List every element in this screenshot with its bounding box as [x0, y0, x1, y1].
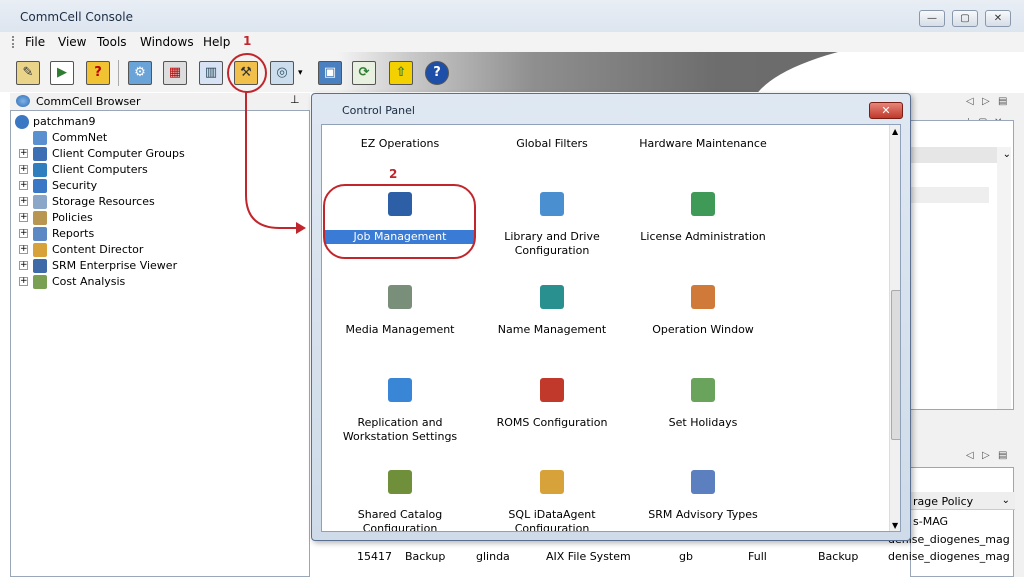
- annotation-arrow: [245, 92, 306, 234]
